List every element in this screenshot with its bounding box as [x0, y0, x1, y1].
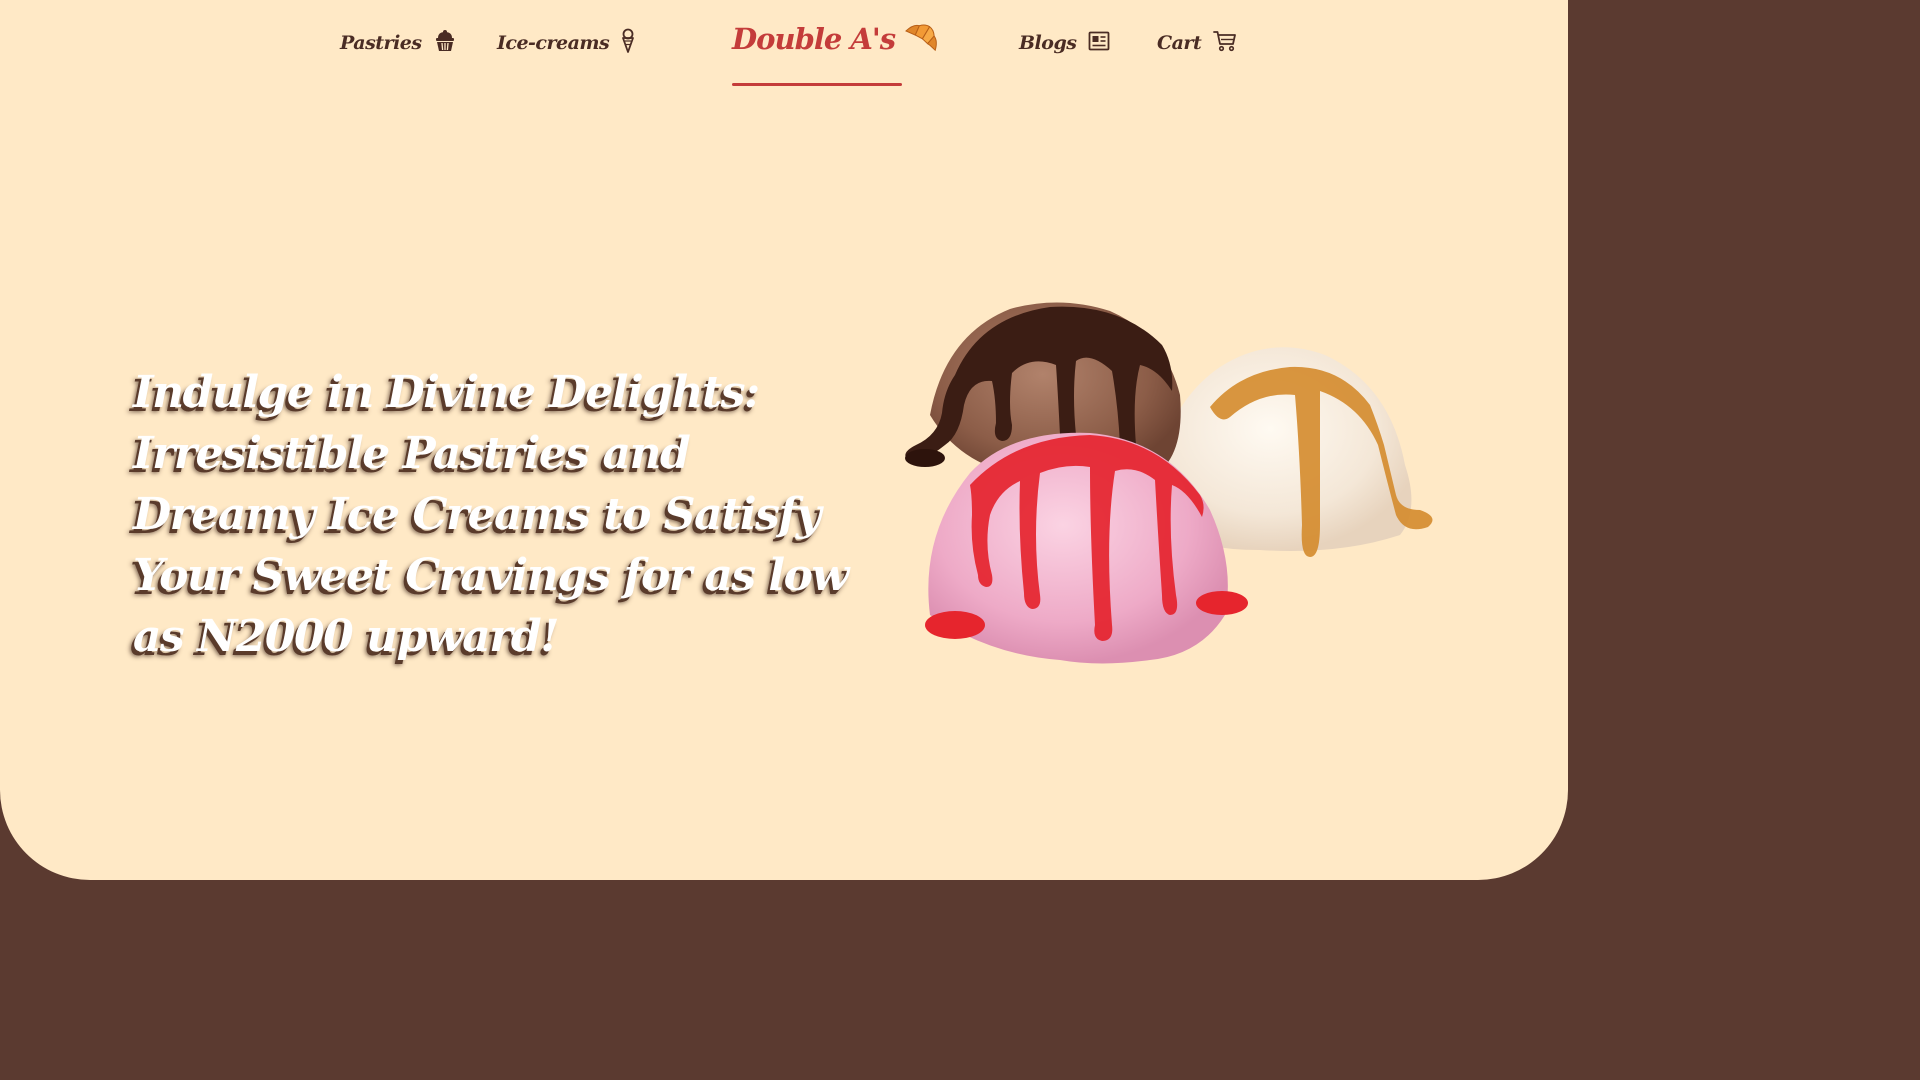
landing-page: Pastries Ice-creams Double A's Blogs Car… — [0, 0, 1568, 880]
top-navigation: Pastries Ice-creams Double A's Blogs Car… — [0, 0, 1568, 90]
croissant-icon — [903, 18, 943, 62]
hero-headline: Indulge in Divine Delights: Irresistible… — [133, 367, 849, 662]
nav-icecreams-label: Ice-creams — [497, 32, 610, 54]
brand-logo[interactable]: Double A's — [732, 18, 937, 86]
newspaper-icon — [1088, 31, 1110, 56]
ice-cream-cone-icon — [621, 28, 635, 59]
nav-cart-label: Cart — [1157, 32, 1202, 54]
cart-icon — [1213, 30, 1237, 57]
nav-cart-link[interactable]: Cart — [1157, 26, 1237, 60]
nav-blogs-link[interactable]: Blogs — [1019, 26, 1110, 60]
brand-name: Double A's — [732, 22, 896, 56]
nav-pastries-link[interactable]: Pastries — [340, 26, 456, 60]
ice-cream-scoops-image — [900, 295, 1445, 670]
nav-pastries-label: Pastries — [340, 32, 422, 54]
nav-icecreams-link[interactable]: Ice-creams — [497, 26, 635, 60]
active-underline — [732, 83, 902, 86]
cupcake-icon — [434, 29, 456, 58]
nav-blogs-label: Blogs — [1019, 32, 1077, 54]
